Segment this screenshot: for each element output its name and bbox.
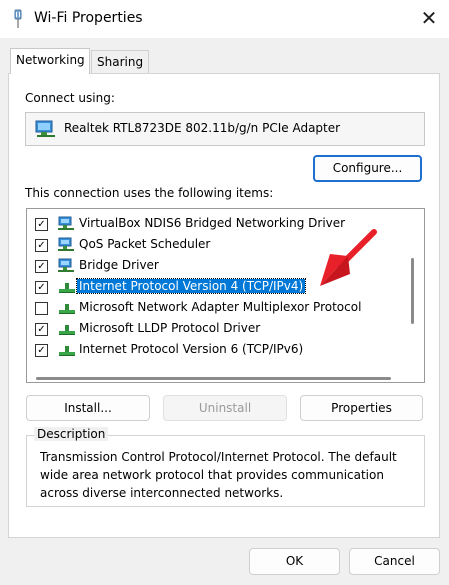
list-item[interactable]: ✓ Internet Protocol Version 6 (TCP/IPv6) xyxy=(27,339,407,360)
network-client-icon xyxy=(57,258,77,274)
item-checkbox[interactable]: ✓ xyxy=(35,323,48,336)
window-title: Wi-Fi Properties xyxy=(34,10,143,26)
items-label: This connection uses the following items… xyxy=(25,186,274,200)
item-label: Microsoft Network Adapter Multiplexor Pr… xyxy=(79,300,362,314)
list-item[interactable]: ✓ Microsoft LLDP Protocol Driver xyxy=(27,318,407,339)
cancel-button[interactable]: Cancel xyxy=(349,548,440,575)
item-label: Bridge Driver xyxy=(79,258,159,272)
protocol-icon xyxy=(57,279,77,295)
item-label: Internet Protocol Version 4 (TCP/IPv4) xyxy=(75,278,307,294)
connect-using-label: Connect using: xyxy=(25,91,115,105)
description-text: Transmission Control Protocol/Internet P… xyxy=(40,450,397,500)
close-button[interactable]: ✕ xyxy=(418,6,440,30)
adapter-name: Realtek RTL8723DE 802.11b/g/n PCIe Adapt… xyxy=(64,121,341,135)
network-client-icon xyxy=(57,237,77,253)
protocol-icon xyxy=(57,342,77,358)
wifi-properties-icon xyxy=(14,9,22,28)
vertical-scrollbar-thumb[interactable] xyxy=(411,258,414,324)
protocol-icon xyxy=(57,321,77,337)
tab-sharing[interactable]: Sharing xyxy=(91,50,149,74)
properties-button[interactable]: Properties xyxy=(300,395,423,421)
ok-button[interactable]: OK xyxy=(249,548,340,575)
title-bar: Wi-Fi Properties ✕ xyxy=(0,0,449,38)
network-client-icon xyxy=(57,216,77,232)
protocol-icon xyxy=(57,300,77,316)
tab-networking[interactable]: Networking xyxy=(10,48,90,74)
configure-button[interactable]: Configure... xyxy=(313,155,422,182)
red-arrow-annotation xyxy=(320,229,377,286)
install-button[interactable]: Install... xyxy=(26,395,150,421)
list-item[interactable]: Microsoft Network Adapter Multiplexor Pr… xyxy=(27,297,407,318)
item-checkbox[interactable] xyxy=(35,302,48,315)
horizontal-scrollbar-thumb[interactable] xyxy=(36,377,391,380)
uninstall-button[interactable]: Uninstall xyxy=(163,395,287,421)
item-label: Microsoft LLDP Protocol Driver xyxy=(79,321,261,335)
description-label: Description xyxy=(34,427,109,441)
item-checkbox[interactable]: ✓ xyxy=(35,344,48,357)
item-label: Internet Protocol Version 6 (TCP/IPv6) xyxy=(79,342,304,356)
item-checkbox[interactable]: ✓ xyxy=(35,218,48,231)
network-adapter-icon xyxy=(35,120,55,137)
item-checkbox[interactable]: ✓ xyxy=(35,281,48,294)
item-label: QoS Packet Scheduler xyxy=(79,237,211,251)
item-checkbox[interactable]: ✓ xyxy=(35,239,48,252)
adapter-box: Realtek RTL8723DE 802.11b/g/n PCIe Adapt… xyxy=(25,112,425,146)
item-checkbox[interactable]: ✓ xyxy=(35,260,48,273)
